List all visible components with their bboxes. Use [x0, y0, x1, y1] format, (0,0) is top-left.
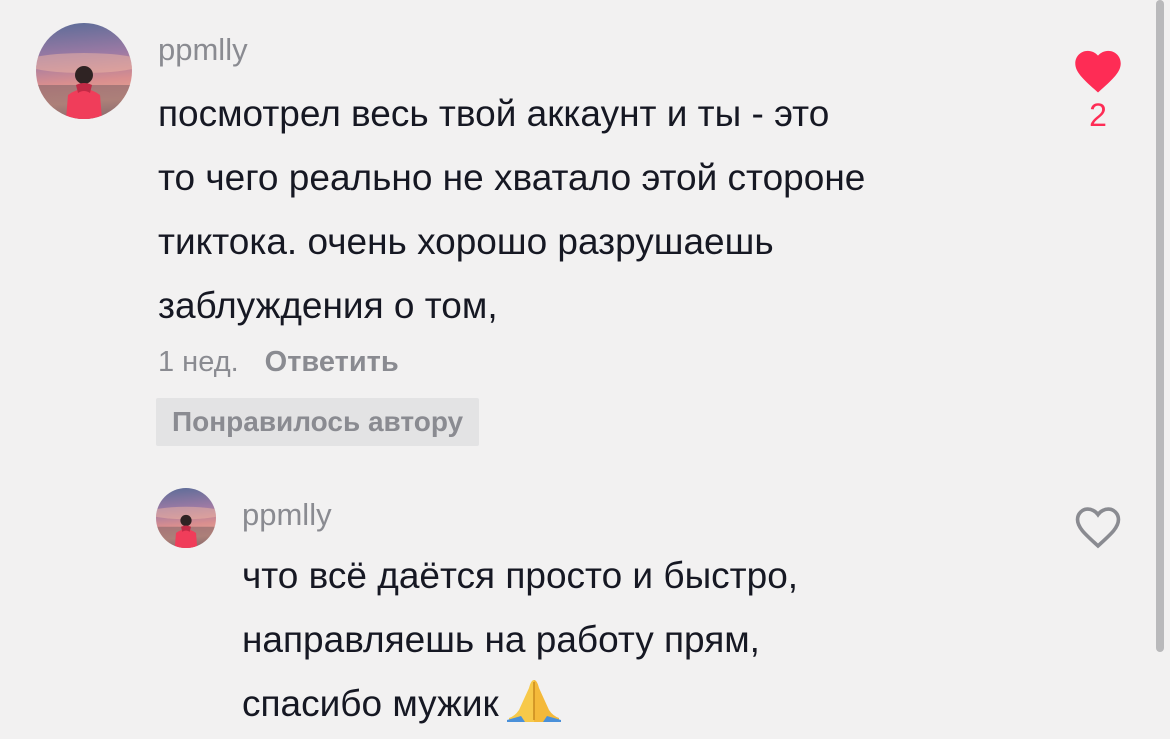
avatar-photo	[36, 53, 132, 119]
liked-by-creator-badge: Понравилось автору	[156, 398, 480, 446]
avatar-photo	[156, 506, 216, 548]
reply-text: что всё даётся просто и быстро, направля…	[242, 544, 798, 736]
reply-text-line: спасибо мужик	[242, 672, 798, 736]
comment-like-button[interactable]: 2	[1068, 44, 1128, 132]
comment-meta: 1 нед. Ответить	[158, 342, 399, 382]
comment-username[interactable]: ppmlly	[158, 32, 248, 68]
scrollbar[interactable]	[1156, 0, 1164, 652]
reply-text-line-text: спасибо мужик	[242, 683, 499, 724]
comment-text-line: тиктока. очень хорошо разрушаешь	[158, 221, 774, 262]
reply-text-line: направляешь на работу прям,	[242, 619, 760, 660]
folded-hands-emoji	[506, 680, 561, 722]
reply-avatar[interactable]	[156, 488, 216, 548]
heart-filled-icon	[1075, 50, 1121, 93]
comment-text-line: то чего реально не хватало этой стороне	[158, 157, 866, 198]
avatar[interactable]	[36, 23, 132, 119]
heart-outline-icon	[1075, 507, 1121, 549]
reply-button[interactable]: Ответить	[265, 346, 399, 379]
comment-text-line: посмотрел весь твой аккаунт и ты - это	[158, 93, 830, 134]
like-count: 2	[1089, 97, 1107, 133]
reply-username[interactable]: ppmlly	[242, 497, 332, 533]
comment-text-line: заблуждения о том,	[158, 285, 498, 326]
comment-text: посмотрел весь твой аккаунт и ты - это т…	[158, 82, 865, 338]
reply-like-button[interactable]	[1068, 500, 1128, 550]
reply-text-line: что всё даётся просто и быстро,	[242, 555, 799, 596]
comment-timestamp: 1 нед.	[158, 345, 239, 378]
